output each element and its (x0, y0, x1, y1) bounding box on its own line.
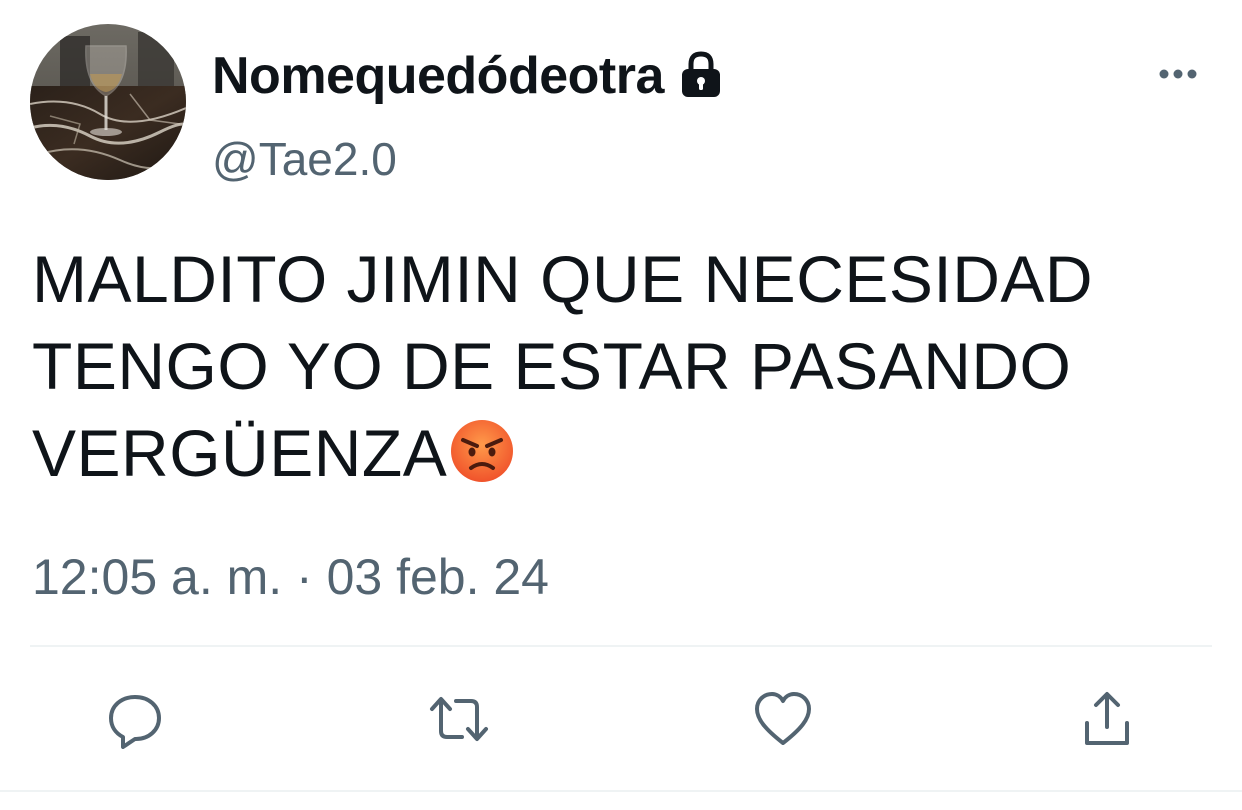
retweet-icon (430, 697, 488, 741)
reply-button[interactable] (100, 684, 170, 754)
tweet-text: MALDITO JIMIN QUE NECESIDAD TENGO YO DE … (32, 236, 1212, 497)
author-handle[interactable]: @Tae2.0 (212, 132, 397, 186)
avatar[interactable] (30, 24, 186, 180)
share-button[interactable] (1072, 684, 1142, 754)
display-name[interactable]: Nomequedódeotra (212, 46, 664, 106)
tweet-text-segment: VERGÜENZA (32, 416, 448, 490)
retweet-button[interactable] (424, 684, 494, 754)
author-name-row: Nomequedódeotra (212, 44, 728, 108)
tweet-text-line-last: VERGÜENZA (32, 410, 1212, 497)
more-icon (1159, 69, 1197, 79)
bottom-divider (0, 790, 1242, 792)
wine-glass-avatar-icon (30, 24, 186, 180)
like-button[interactable] (748, 684, 818, 754)
action-bar (0, 684, 1242, 756)
tweet-text-line: MALDITO JIMIN QUE NECESIDAD (32, 242, 1094, 316)
heart-icon (755, 692, 811, 745)
reply-icon (109, 695, 161, 749)
tweet-text-line: TENGO YO DE ESTAR PASANDO (32, 329, 1072, 403)
share-icon (1085, 692, 1129, 745)
lock-icon (674, 47, 728, 101)
divider (30, 645, 1212, 647)
pouting-face-emoji-icon (449, 418, 515, 484)
tweet-timestamp[interactable]: 12:05 a. m. · 03 feb. 24 (32, 548, 549, 606)
more-options-button[interactable] (1152, 52, 1204, 96)
